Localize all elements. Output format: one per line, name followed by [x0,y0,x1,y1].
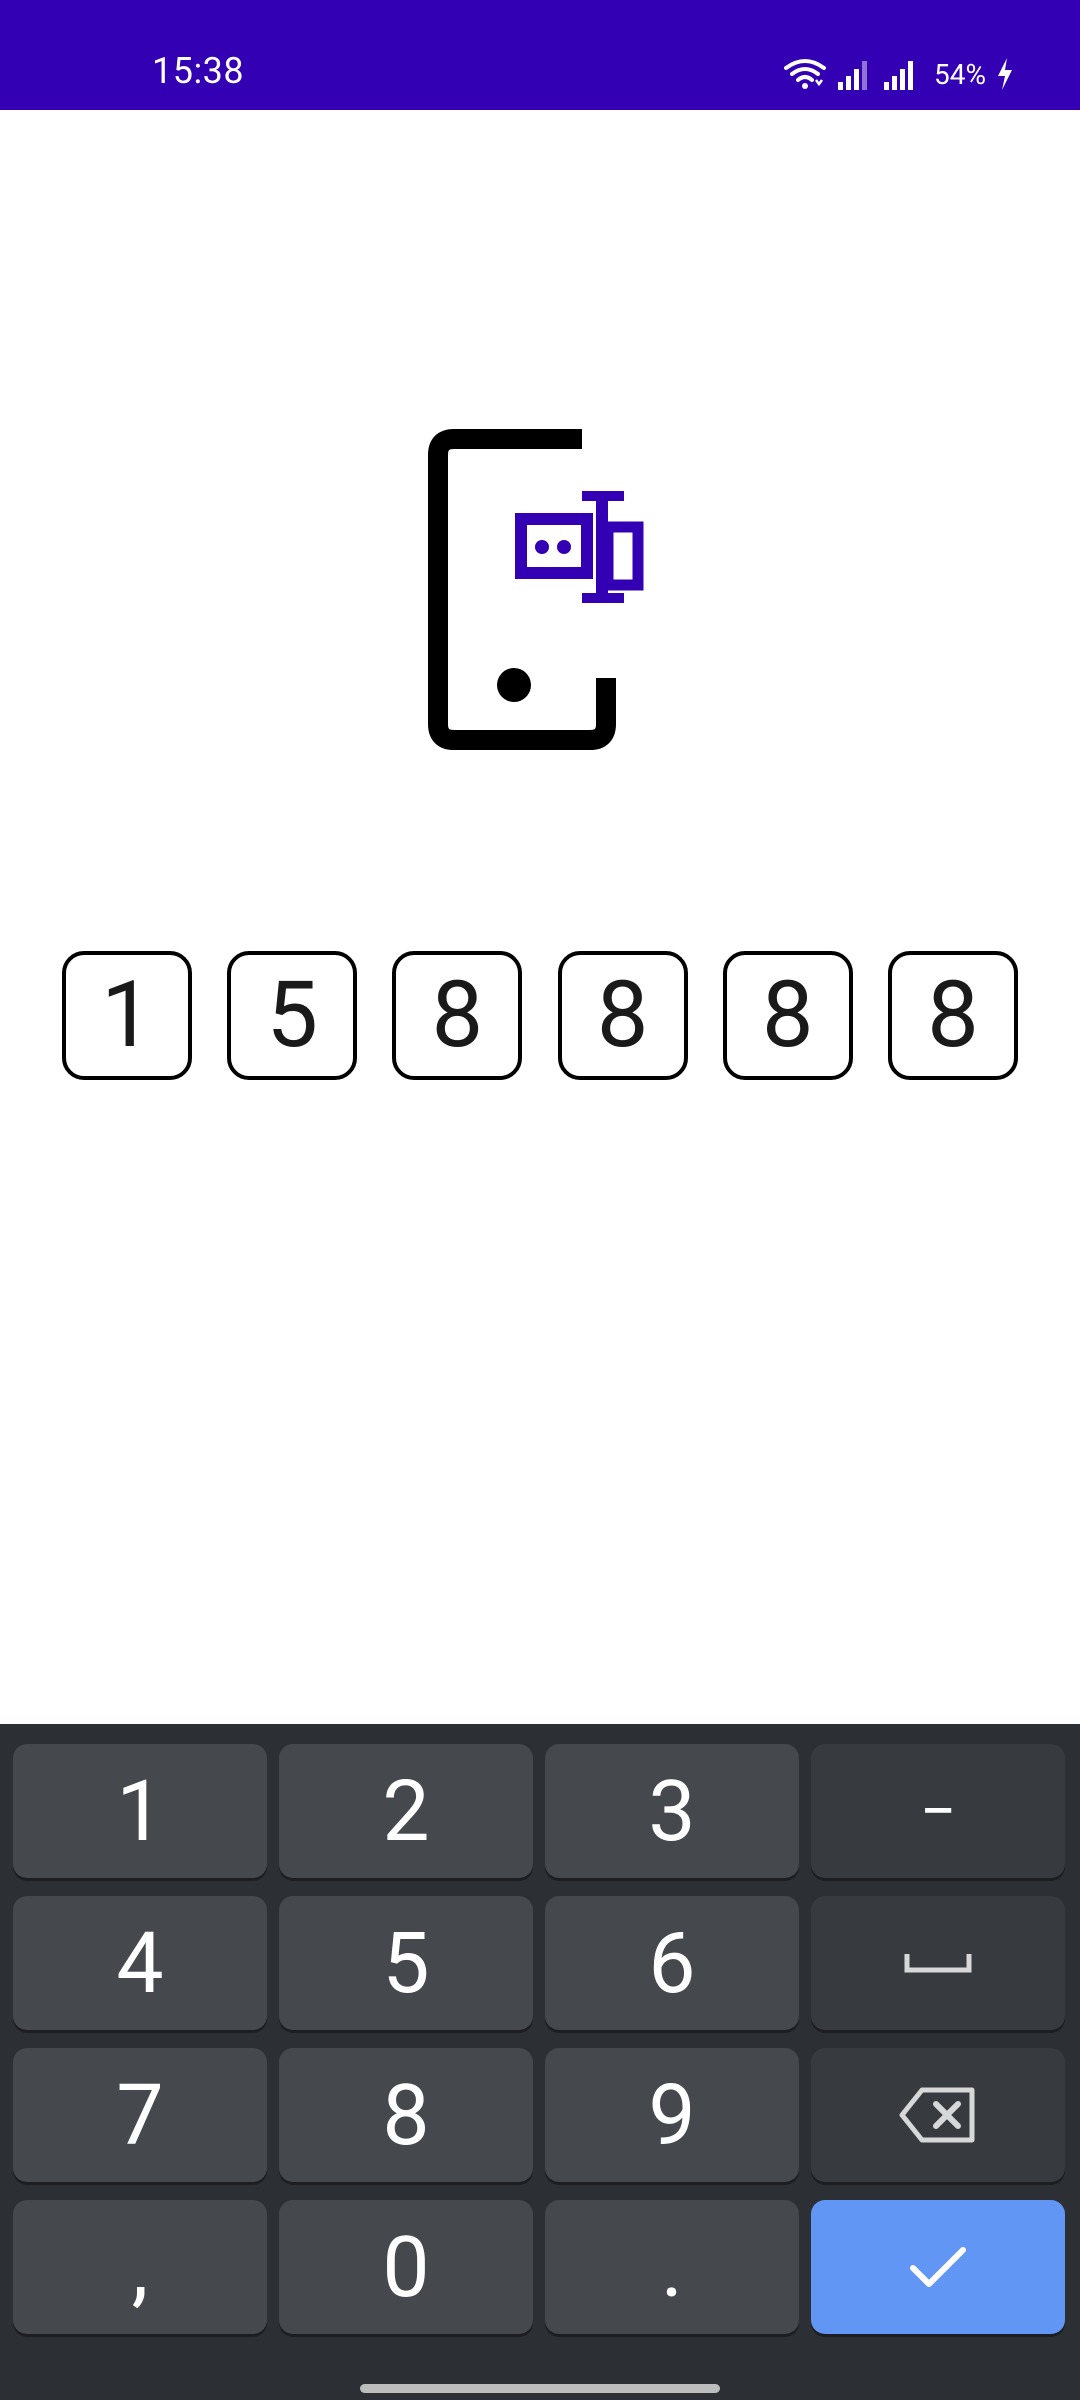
key-8[interactable]: 8 [279,2048,533,2182]
phone-sms-code-icon [410,420,670,760]
navigation-gesture-handle[interactable] [360,2384,720,2393]
key-5[interactable]: 5 [279,1896,533,2030]
backspace-key[interactable] [811,2048,1065,2182]
key-6[interactable]: 6 [545,1896,799,2030]
otp-digit-box[interactable]: 8 [557,951,688,1080]
key-1[interactable]: 1 [13,1744,267,1878]
otp-digit-box[interactable]: 8 [887,951,1018,1080]
key-minus[interactable]: − [811,1744,1065,1878]
space-icon [903,1950,973,1976]
otp-digit-box[interactable]: 1 [62,951,192,1080]
space-key[interactable] [811,1896,1065,2030]
key-4[interactable]: 4 [13,1896,267,2030]
key-3[interactable]: 3 [545,1744,799,1878]
key-period[interactable]: . [545,2200,799,2334]
battery-percentage: 54% [934,57,986,91]
otp-digit-box[interactable]: 8 [392,951,523,1080]
otp-digit-box[interactable]: 8 [722,951,853,1080]
signal-icon [882,58,918,90]
key-comma[interactable]: , [13,2200,267,2334]
wifi-icon [784,58,827,90]
otp-code-input[interactable]: 1 5 8 8 8 8 [62,951,1018,1080]
key-7[interactable]: 7 [13,2048,267,2182]
status-icons: 54% [784,54,1014,94]
check-icon [908,2244,968,2290]
battery-charging-icon [996,57,1014,91]
status-bar: 15:38 54% [0,0,1080,110]
signal-icon [836,58,872,90]
key-9[interactable]: 9 [545,2048,799,2182]
backspace-icon [898,2085,978,2145]
otp-digit-box[interactable]: 5 [227,951,358,1080]
numeric-keyboard: 1 2 3 − 4 5 6 7 8 9 , 0 . [0,1724,1080,2400]
enter-key[interactable] [811,2200,1065,2334]
key-2[interactable]: 2 [279,1744,533,1878]
key-0[interactable]: 0 [279,2200,533,2334]
status-time: 15:38 [152,50,245,92]
